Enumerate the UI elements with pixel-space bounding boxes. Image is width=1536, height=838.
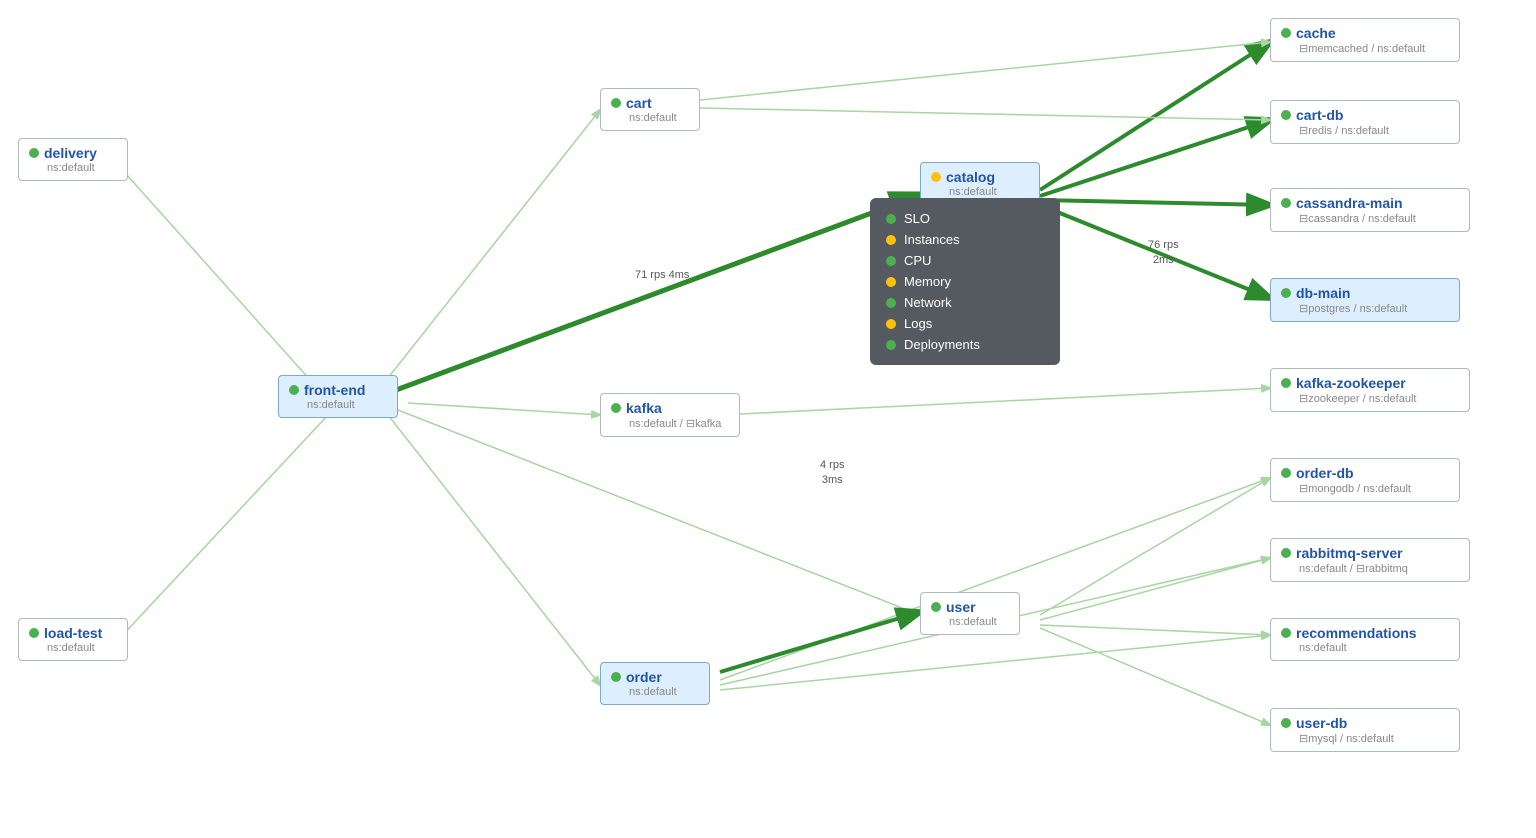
node-rabbitmq-server-sub: ns:default / ⊟rabbitmq — [1299, 562, 1459, 575]
node-kafka[interactable]: kafka ns:default / ⊟kafka — [600, 393, 740, 437]
node-cassandra-main-label: cassandra-main — [1296, 195, 1403, 211]
node-user-sub: ns:default — [949, 616, 1009, 628]
node-cart-db-label: cart-db — [1296, 107, 1343, 123]
node-db-main[interactable]: db-main ⊟postgres / ns:default — [1270, 278, 1460, 322]
network-dot — [886, 298, 896, 308]
node-db-main-sub: ⊟postgres / ns:default — [1299, 302, 1449, 315]
node-catalog-sub: ns:default — [949, 186, 1029, 198]
instances-dot — [886, 235, 896, 245]
node-order[interactable]: order ns:default — [600, 662, 710, 705]
deployments-label: Deployments — [904, 337, 980, 352]
node-cart-label: cart — [626, 95, 652, 111]
status-dot-catalog — [931, 172, 941, 182]
node-kafka-label: kafka — [626, 400, 662, 416]
node-user[interactable]: user ns:default — [920, 592, 1020, 635]
node-recommendations-sub: ns:default — [1299, 642, 1449, 654]
node-cart-db[interactable]: cart-db ⊟redis / ns:default — [1270, 100, 1460, 144]
catalog-popup-item-network[interactable]: Network — [886, 292, 1044, 313]
node-kafka-zookeeper-label: kafka-zookeeper — [1296, 375, 1406, 391]
status-dot-cache — [1281, 28, 1291, 38]
edge-label-76rps: 76 rps2ms — [1148, 238, 1179, 269]
node-cache-label: cache — [1296, 25, 1336, 41]
memory-label: Memory — [904, 274, 951, 289]
catalog-popup: SLO Instances CPU Memory Network Logs De… — [870, 198, 1060, 365]
catalog-popup-item-deployments[interactable]: Deployments — [886, 334, 1044, 355]
status-dot-order — [611, 672, 621, 682]
node-load-test-sub: ns:default — [47, 642, 117, 654]
catalog-popup-item-slo[interactable]: SLO — [886, 208, 1044, 229]
slo-dot — [886, 214, 896, 224]
status-dot-cart — [611, 98, 621, 108]
node-kafka-zookeeper-sub: ⊟zookeeper / ns:default — [1299, 392, 1459, 405]
node-cassandra-main-sub: ⊟cassandra / ns:default — [1299, 212, 1459, 225]
node-rabbitmq-server[interactable]: rabbitmq-server ns:default / ⊟rabbitmq — [1270, 538, 1470, 582]
node-delivery-sub: ns:default — [47, 162, 117, 174]
node-load-test[interactable]: load-test ns:default — [18, 618, 128, 661]
node-user-db-sub: ⊟mysql / ns:default — [1299, 732, 1449, 745]
status-dot-load-test — [29, 628, 39, 638]
node-cache[interactable]: cache ⊟memcached / ns:default — [1270, 18, 1460, 62]
catalog-popup-item-logs[interactable]: Logs — [886, 313, 1044, 334]
node-cart[interactable]: cart ns:default — [600, 88, 700, 131]
edge-label-71rps: 71 rps 4ms — [635, 268, 689, 283]
node-order-label: order — [626, 669, 662, 685]
deployments-dot — [886, 340, 896, 350]
node-order-db-sub: ⊟mongodb / ns:default — [1299, 482, 1449, 495]
node-cart-db-sub: ⊟redis / ns:default — [1299, 124, 1449, 137]
memory-dot — [886, 277, 896, 287]
status-dot-cassandra-main — [1281, 198, 1291, 208]
status-dot-user — [931, 602, 941, 612]
edge-label-4rps: 4 rps3ms — [820, 458, 844, 489]
node-recommendations[interactable]: recommendations ns:default — [1270, 618, 1460, 661]
node-user-db[interactable]: user-db ⊟mysql / ns:default — [1270, 708, 1460, 752]
status-dot-db-main — [1281, 288, 1291, 298]
node-order-db[interactable]: order-db ⊟mongodb / ns:default — [1270, 458, 1460, 502]
cpu-dot — [886, 256, 896, 266]
status-dot-delivery — [29, 148, 39, 158]
node-db-main-label: db-main — [1296, 285, 1350, 301]
status-dot-user-db — [1281, 718, 1291, 728]
node-recommendations-label: recommendations — [1296, 625, 1417, 641]
cpu-label: CPU — [904, 253, 931, 268]
node-frontend-label: front-end — [304, 382, 365, 398]
catalog-popup-item-instances[interactable]: Instances — [886, 229, 1044, 250]
logs-dot — [886, 319, 896, 329]
node-kafka-sub: ns:default / ⊟kafka — [629, 417, 729, 430]
node-cart-sub: ns:default — [629, 112, 689, 124]
logs-label: Logs — [904, 316, 932, 331]
node-user-label: user — [946, 599, 976, 615]
status-dot-rabbitmq-server — [1281, 548, 1291, 558]
node-delivery[interactable]: delivery ns:default — [18, 138, 128, 181]
slo-label: SLO — [904, 211, 930, 226]
status-dot-kafka — [611, 403, 621, 413]
node-order-sub: ns:default — [629, 686, 699, 698]
node-frontend-sub: ns:default — [307, 399, 387, 411]
status-dot-cart-db — [1281, 110, 1291, 120]
node-frontend[interactable]: front-end ns:default — [278, 375, 398, 418]
node-cassandra-main[interactable]: cassandra-main ⊟cassandra / ns:default — [1270, 188, 1470, 232]
node-user-db-label: user-db — [1296, 715, 1347, 731]
catalog-popup-item-memory[interactable]: Memory — [886, 271, 1044, 292]
catalog-popup-item-cpu[interactable]: CPU — [886, 250, 1044, 271]
status-dot-kafka-zookeeper — [1281, 378, 1291, 388]
network-label: Network — [904, 295, 952, 310]
node-load-test-label: load-test — [44, 625, 102, 641]
node-catalog-label: catalog — [946, 169, 995, 185]
node-kafka-zookeeper[interactable]: kafka-zookeeper ⊟zookeeper / ns:default — [1270, 368, 1470, 412]
instances-label: Instances — [904, 232, 960, 247]
status-dot-order-db — [1281, 468, 1291, 478]
node-delivery-label: delivery — [44, 145, 97, 161]
status-dot-recommendations — [1281, 628, 1291, 638]
status-dot-frontend — [289, 385, 299, 395]
node-order-db-label: order-db — [1296, 465, 1354, 481]
node-rabbitmq-server-label: rabbitmq-server — [1296, 545, 1403, 561]
node-cache-sub: ⊟memcached / ns:default — [1299, 42, 1449, 55]
